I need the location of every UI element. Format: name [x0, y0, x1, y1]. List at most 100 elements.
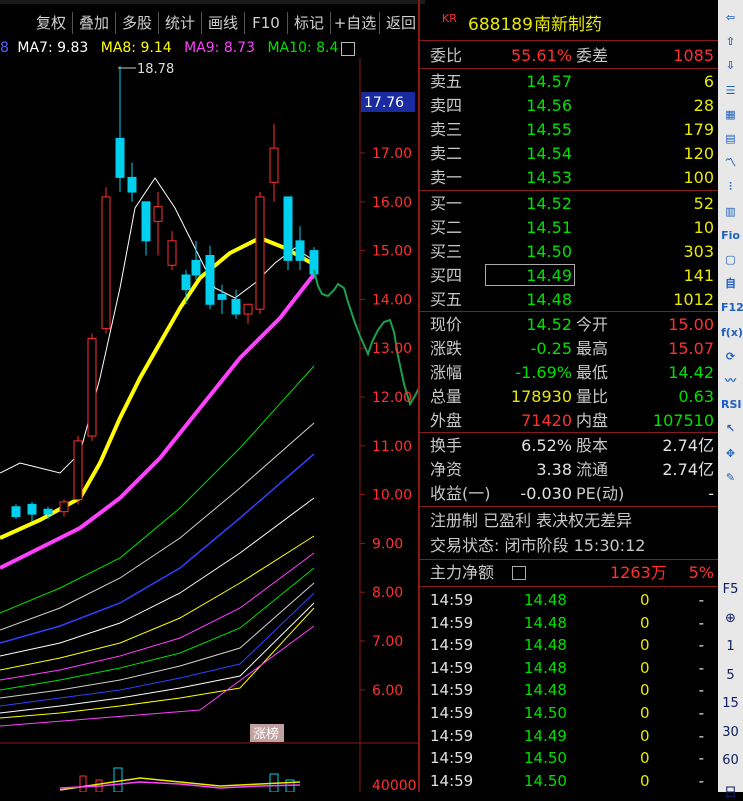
- toolbar-mark-button[interactable]: 标记: [288, 12, 331, 34]
- quote-row: 外盘 71420 内盘 107510: [420, 409, 718, 433]
- ask-row: 卖二 14.54 120: [420, 142, 718, 166]
- toolbar-stats-button[interactable]: 统计: [159, 12, 202, 34]
- fundamental-value-2: 2.74亿: [662, 436, 714, 455]
- period-button[interactable]: F5: [718, 582, 743, 597]
- quote-value-2: 0.63: [678, 387, 714, 406]
- ma10-label: MA10: 8.4: [267, 40, 339, 56]
- toolbar-draw-button[interactable]: 画线: [202, 12, 245, 34]
- candle-body: [27, 503, 37, 515]
- refresh-icon[interactable]: ⟳: [721, 347, 740, 366]
- fundamental-label-2: 流通: [576, 460, 609, 479]
- status-row: 交易状态: 闭市阶段 15:30:12: [420, 534, 718, 558]
- fundamental-label: 换手: [430, 436, 463, 455]
- quote-label-2: 最高: [576, 339, 609, 358]
- tick-row: 14:59 14.49 0 -: [420, 724, 718, 748]
- ask-row: 卖四 14.56 28: [420, 94, 718, 118]
- candle-body: [191, 259, 201, 276]
- tick-price: 14.50: [524, 749, 567, 768]
- price-tick-label: 6.00: [372, 683, 403, 699]
- tick-row: 14:59 14.48 0 -: [420, 588, 718, 612]
- tick-time: 14:59: [430, 613, 474, 632]
- ask-price: 14.57: [526, 72, 572, 91]
- price-tick-label: 7.00: [372, 634, 403, 650]
- separator: [420, 40, 718, 41]
- bid-volume: 303: [683, 242, 714, 261]
- pen-icon[interactable]: ✎: [721, 468, 740, 487]
- self-select-icon[interactable]: 自: [721, 274, 740, 293]
- separator: [420, 68, 718, 69]
- period-button[interactable]: 5: [718, 668, 743, 683]
- tick-volume: 0: [640, 726, 650, 745]
- arrow-up-icon[interactable]: ⇧: [721, 32, 740, 51]
- ma7-label: MA7: 9.83: [17, 40, 89, 56]
- candle-icon[interactable]: ⫶: [721, 177, 740, 196]
- ma8-label: MA8: 9.14: [100, 40, 172, 56]
- mainflow-label: 主力净额: [430, 563, 495, 582]
- price-tick-label: 10.00: [372, 488, 412, 504]
- ask-volume: 6: [703, 72, 714, 91]
- period-button[interactable]: 15: [718, 696, 743, 711]
- toolbar-fuquan-button[interactable]: 复权: [30, 12, 73, 34]
- bid-label: 买四: [430, 266, 463, 285]
- arrow-down-icon[interactable]: ⇩: [721, 56, 740, 75]
- table-icon[interactable]: ▥: [721, 202, 740, 221]
- quote-label: 涨幅: [430, 363, 463, 382]
- rsi-icon[interactable]: RSI: [721, 395, 742, 414]
- bid-price: 14.52: [526, 194, 572, 213]
- tick-row: 14:59 14.48 0 -: [420, 611, 718, 635]
- weibi-label: 委比: [430, 46, 463, 65]
- quote-value: -0.25: [530, 339, 572, 358]
- period-button[interactable]: ⊕: [718, 611, 743, 626]
- price-tick-label: 11.00: [372, 439, 412, 455]
- indicator-settings-icon[interactable]: [341, 42, 355, 56]
- bid-volume: 10: [693, 218, 714, 237]
- toolbar-overlay-button[interactable]: 叠加: [73, 12, 116, 34]
- cursor-icon[interactable]: ↖: [721, 419, 740, 438]
- tick-volume: 0: [640, 636, 650, 655]
- toolbar-multistock-button[interactable]: 多股: [116, 12, 159, 34]
- period-button[interactable]: 日: [718, 782, 743, 801]
- list-icon[interactable]: ☰: [721, 81, 740, 100]
- toolbar-add-watchlist-button[interactable]: +自选: [331, 12, 380, 34]
- chart-toolbar: 复权 叠加 多股 统计 画线 F10 标记 +自选 返回: [0, 0, 425, 38]
- tags-row: 注册制 已盈利 表决权无差异: [420, 509, 718, 533]
- tick-price: 14.48: [524, 591, 567, 609]
- toolbar-f10-button[interactable]: F10: [245, 12, 288, 34]
- calendar-icon[interactable]: ▤: [721, 129, 740, 148]
- quote-value-2: 107510: [652, 411, 714, 430]
- grid-icon[interactable]: ▦: [721, 105, 740, 124]
- current-price-label: 17.76: [364, 95, 404, 111]
- kline-chart[interactable]: 18.78 17.76 17.00 16.00 15.00 14.00 13.00 12.…: [0, 58, 418, 744]
- move-icon[interactable]: ✥: [721, 444, 740, 463]
- candle-body: [217, 294, 227, 300]
- arrow-left-icon[interactable]: ⇦: [721, 8, 740, 27]
- f10-icon[interactable]: Fio: [721, 226, 740, 245]
- price-tick-label: 12.00: [372, 390, 412, 406]
- stock-tags[interactable]: 注册制 已盈利 表决权无差异: [430, 509, 632, 533]
- stock-header: KR 688189 南新制药: [420, 12, 718, 37]
- candle-body: [59, 501, 69, 513]
- quote-label: 涨跌: [430, 339, 463, 358]
- candle-body: [101, 196, 111, 330]
- period-button[interactable]: 1: [718, 639, 743, 654]
- line-chart-icon[interactable]: 〽: [721, 153, 740, 172]
- toolbar-back-button[interactable]: 返回: [380, 12, 422, 34]
- f12-icon[interactable]: F12: [721, 298, 743, 317]
- quote-value: 178930: [510, 387, 572, 406]
- candle-body: [43, 508, 53, 515]
- tick-price: 14.48: [524, 613, 567, 632]
- ask-volume: 28: [693, 96, 714, 115]
- mainflow-menu-icon[interactable]: [512, 566, 526, 580]
- tick-row: 14:59 14.50 0 -: [420, 746, 718, 770]
- zhangbang-badge[interactable]: 涨榜: [253, 726, 279, 742]
- news-icon[interactable]: ▢: [721, 250, 740, 269]
- bid-price: 14.51: [526, 218, 572, 237]
- fx-icon[interactable]: f(x): [721, 323, 743, 342]
- trade-status: 交易状态: 闭市阶段 15:30:12: [430, 536, 646, 555]
- stock-name[interactable]: 南新制药: [534, 13, 602, 37]
- wave-icon[interactable]: 〰: [721, 371, 740, 390]
- candle-body: [243, 303, 253, 315]
- period-button[interactable]: 60: [718, 753, 743, 768]
- candle-body: [127, 176, 137, 193]
- period-button[interactable]: 30: [718, 725, 743, 740]
